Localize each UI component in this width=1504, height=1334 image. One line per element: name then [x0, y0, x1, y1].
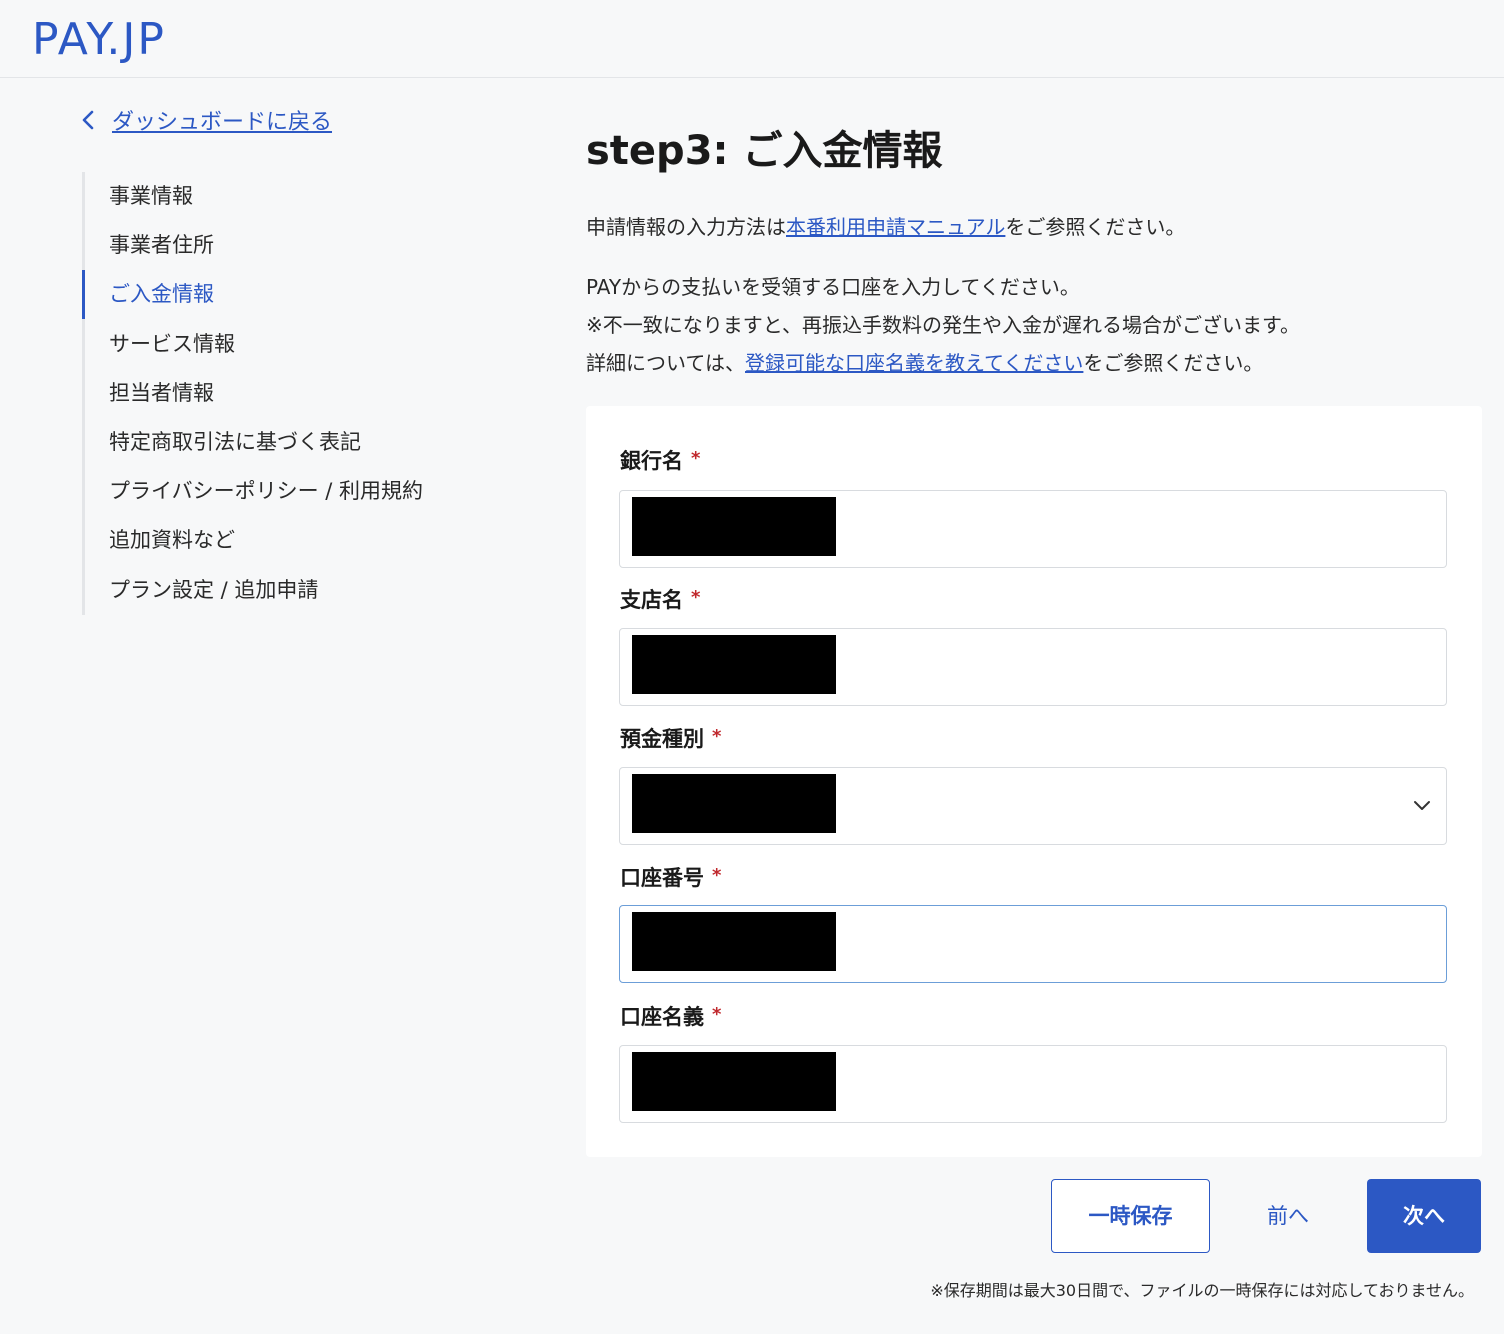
- account-holder-input[interactable]: [619, 1045, 1447, 1123]
- sidebar-item-contact-info[interactable]: 担当者情報: [85, 369, 502, 418]
- redacted-value: [632, 912, 836, 971]
- sidebar-item-label: 事業者住所: [109, 233, 214, 258]
- account-number-label: 口座番号 *: [620, 862, 721, 892]
- desc-line-3-suffix: をご参照ください。: [1083, 351, 1264, 375]
- desc-line-3-prefix: 詳細については、: [586, 351, 745, 375]
- account-holder-help-link[interactable]: 登録可能な口座名義を教えてください: [745, 351, 1083, 375]
- redacted-value: [632, 1052, 836, 1111]
- sidebar-item-label: ご入金情報: [109, 282, 214, 307]
- bank-name-input[interactable]: [619, 490, 1447, 568]
- sidebar-item-label: 追加資料など: [109, 528, 235, 553]
- required-mark: *: [712, 726, 722, 747]
- field-label-text: 預金種別: [620, 727, 704, 751]
- bank-name-label: 銀行名 *: [620, 445, 700, 475]
- desc-line-3: 詳細については、登録可能な口座名義を教えてくださいをご参照ください。: [586, 344, 1482, 382]
- previous-button[interactable]: 前へ: [1240, 1179, 1336, 1253]
- sidebar-item-label: 担当者情報: [109, 380, 214, 405]
- sidebar-item-payment-info[interactable]: ご入金情報: [82, 270, 502, 320]
- top-header: PAY.JP: [0, 0, 1504, 78]
- intro-suffix: をご参照ください。: [1005, 215, 1186, 239]
- save-draft-button[interactable]: 一時保存: [1051, 1179, 1210, 1253]
- chevron-left-icon: [82, 110, 94, 130]
- account-type-select[interactable]: [619, 767, 1447, 845]
- desc-line-2: ※不一致になりますと、再振込手数料の発生や入金が遅れる場合がございます。: [586, 313, 1300, 337]
- sidebar-item-label: サービス情報: [109, 331, 235, 356]
- redacted-value: [632, 774, 836, 833]
- sidebar-item-business-info[interactable]: 事業情報: [85, 172, 502, 221]
- manual-link[interactable]: 本番利用申請マニュアル: [786, 215, 1005, 239]
- sidebar-item-label: プラン設定 / 追加申請: [109, 577, 319, 602]
- required-mark: *: [712, 865, 722, 886]
- account-number-input[interactable]: [619, 905, 1447, 983]
- description-text: PAYからの支払いを受領する口座を入力してください。 ※不一致になりますと、再振…: [586, 268, 1482, 382]
- sidebar-item-commercial-law[interactable]: 特定商取引法に基づく表記: [85, 418, 502, 467]
- sidebar-item-privacy-terms[interactable]: プライバシーポリシー / 利用規約: [85, 467, 502, 516]
- intro-text: 申請情報の入力方法は本番利用申請マニュアルをご参照ください。: [586, 208, 1482, 246]
- save-period-note: ※保存期間は最大30日間で、ファイルの一時保存には対応しておりません。: [930, 1281, 1474, 1300]
- chevron-down-icon: [1414, 801, 1430, 810]
- field-label-text: 支店名: [620, 588, 683, 612]
- sidebar-item-service-info[interactable]: サービス情報: [85, 320, 502, 369]
- page-title: step3: ご入金情報: [586, 128, 943, 174]
- field-label-text: 口座名義: [620, 1005, 704, 1029]
- required-mark: *: [691, 587, 701, 608]
- field-label-text: 口座番号: [620, 866, 704, 890]
- next-button[interactable]: 次へ: [1367, 1179, 1481, 1253]
- sidebar-item-label: 事業情報: [109, 184, 193, 208]
- branch-name-input[interactable]: [619, 628, 1447, 706]
- required-mark: *: [712, 1004, 722, 1025]
- back-link-label: ダッシュボードに戻る: [112, 110, 333, 135]
- intro-prefix: 申請情報の入力方法は: [586, 215, 786, 239]
- step-sidebar: 事業情報 事業者住所 ご入金情報 サービス情報 担当者情報 特定商取引法に基づく…: [82, 172, 502, 615]
- account-type-label: 預金種別 *: [620, 723, 721, 753]
- bank-form-card: 銀行名 * 支店名 * 預金種別 * 口座番号 * 口座名義 *: [586, 406, 1482, 1157]
- sidebar-item-label: プライバシーポリシー / 利用規約: [109, 479, 424, 504]
- branch-name-label: 支店名 *: [620, 584, 700, 614]
- field-label-text: 銀行名: [620, 449, 683, 473]
- account-holder-label: 口座名義 *: [620, 1001, 721, 1031]
- required-mark: *: [691, 448, 701, 469]
- redacted-value: [632, 497, 836, 556]
- payjp-logo[interactable]: PAY.JP: [32, 14, 166, 65]
- sidebar-item-additional-docs[interactable]: 追加資料など: [85, 516, 502, 565]
- main-content: step3: ご入金情報 申請情報の入力方法は本番利用申請マニュアルをご参照くだ…: [586, 120, 1482, 382]
- sidebar-item-label: 特定商取引法に基づく表記: [109, 429, 361, 454]
- back-to-dashboard-link[interactable]: ダッシュボードに戻る: [78, 104, 332, 136]
- redacted-value: [632, 635, 836, 694]
- sidebar-item-plan-settings[interactable]: プラン設定 / 追加申請: [85, 566, 502, 615]
- sidebar-item-business-address[interactable]: 事業者住所: [85, 221, 502, 270]
- desc-line-1: PAYからの支払いを受領する口座を入力してください。: [586, 275, 1080, 299]
